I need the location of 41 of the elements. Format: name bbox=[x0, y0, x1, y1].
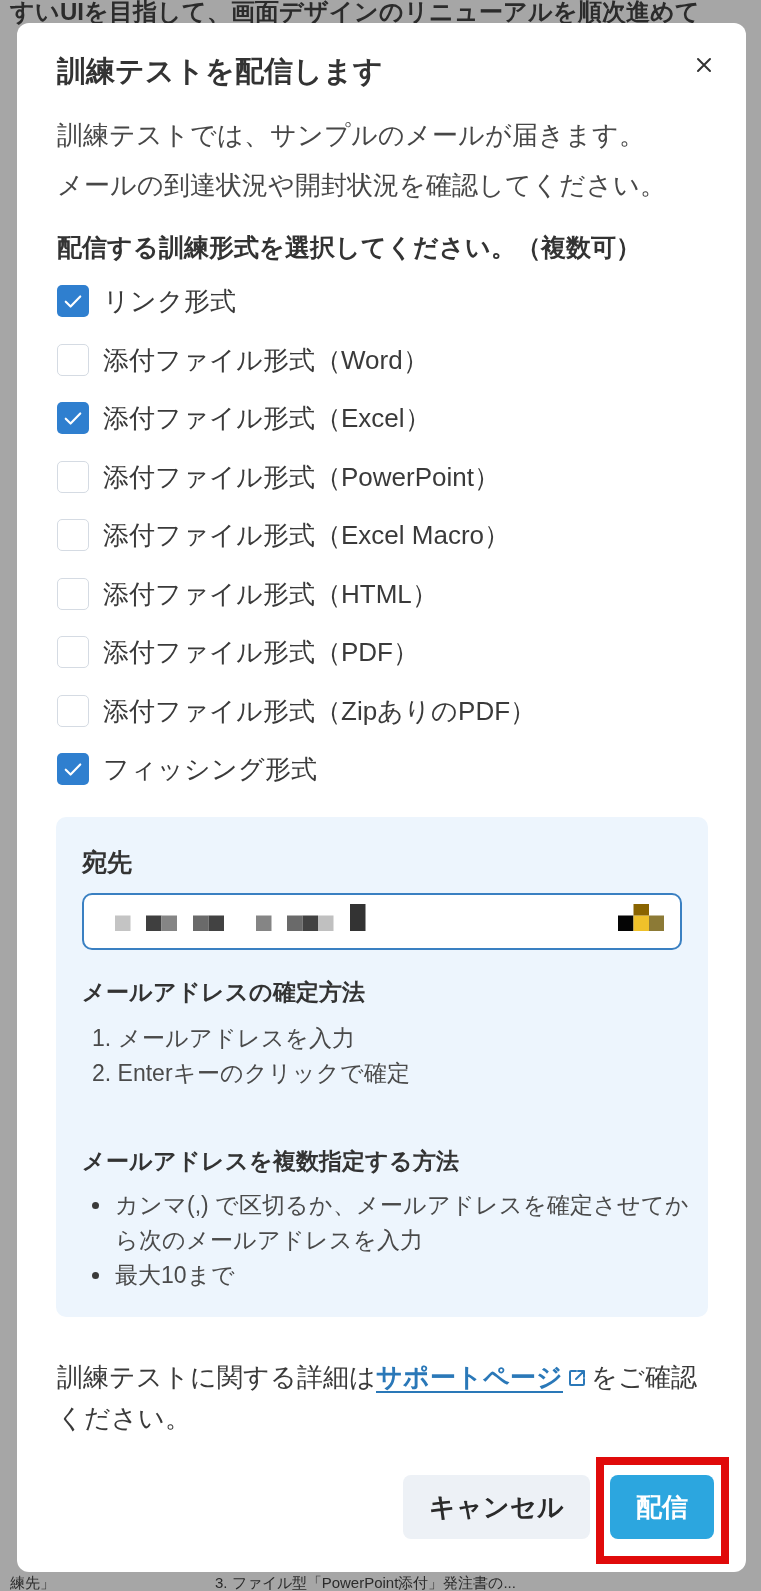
check-icon bbox=[64, 293, 82, 309]
checkbox[interactable] bbox=[57, 285, 89, 318]
checkbox[interactable] bbox=[57, 343, 89, 376]
help-heading: メールアドレスを複数指定する方法 bbox=[82, 1146, 460, 1176]
support-page-link[interactable]: サポートページ bbox=[376, 1361, 587, 1392]
check-icon bbox=[64, 761, 82, 777]
checkbox[interactable] bbox=[57, 460, 89, 493]
help-step: 2. Enterキーのクリックで確定 bbox=[92, 1056, 700, 1091]
checkbox[interactable] bbox=[57, 694, 89, 727]
option-label[interactable]: 添付ファイル形式（PowerPoint） bbox=[103, 458, 500, 495]
help-heading: メールアドレスの確定方法 bbox=[82, 977, 366, 1007]
table-cell: 3. ファイル型「PowerPoint添付」発注書の... bbox=[215, 1574, 516, 1591]
option-label[interactable]: 添付ファイル形式（HTML） bbox=[103, 575, 438, 612]
section-heading: 配信する訓練形式を選択してください。（複数可） bbox=[57, 232, 642, 263]
bullet-icon bbox=[92, 1202, 99, 1209]
help-tip: 最大10まで bbox=[115, 1261, 235, 1290]
option-label[interactable]: 添付ファイル形式（PDF） bbox=[103, 634, 419, 671]
option-label[interactable]: 添付ファイル形式（ZipありのPDF） bbox=[103, 692, 537, 729]
help-tip: カンマ(,) で区切るか、メールアドレスを確定させてから次のメールアドレスを入力 bbox=[115, 1191, 691, 1255]
check-icon bbox=[64, 410, 82, 426]
checkbox[interactable] bbox=[57, 753, 89, 786]
option-label[interactable]: 添付ファイル形式（Word） bbox=[103, 341, 429, 378]
field-label: 宛先 bbox=[82, 846, 133, 878]
table-cell: 練先」 bbox=[10, 1574, 55, 1591]
help-step: 1. メールアドレスを入力 bbox=[92, 1021, 700, 1056]
description-text: 訓練テストでは、サンプルのメールが届きます。 bbox=[57, 119, 646, 152]
dialog-title: 訓練テストを配信します bbox=[57, 54, 383, 89]
checkbox[interactable] bbox=[57, 402, 89, 435]
bullet-icon bbox=[92, 1272, 99, 1279]
checkbox[interactable] bbox=[57, 519, 89, 552]
option-label[interactable]: 添付ファイル形式（Excel Macro） bbox=[103, 517, 511, 554]
option-label[interactable]: 添付ファイル形式（Excel） bbox=[103, 400, 431, 437]
support-note: 訓練テストに関する詳細はサポートページ をご確認ください。 bbox=[57, 1360, 698, 1435]
checkbox[interactable] bbox=[57, 636, 89, 669]
email-field[interactable] bbox=[82, 892, 682, 950]
description-text: メールの到達状況や開封状況を確認してください。 bbox=[57, 169, 667, 202]
checkbox[interactable] bbox=[57, 577, 89, 610]
option-label[interactable]: フィッシング形式 bbox=[103, 751, 317, 788]
cancel-button[interactable]: キャンセル bbox=[403, 1475, 590, 1539]
option-label[interactable]: リンク形式 bbox=[103, 283, 236, 320]
external-link-icon bbox=[567, 1367, 587, 1388]
